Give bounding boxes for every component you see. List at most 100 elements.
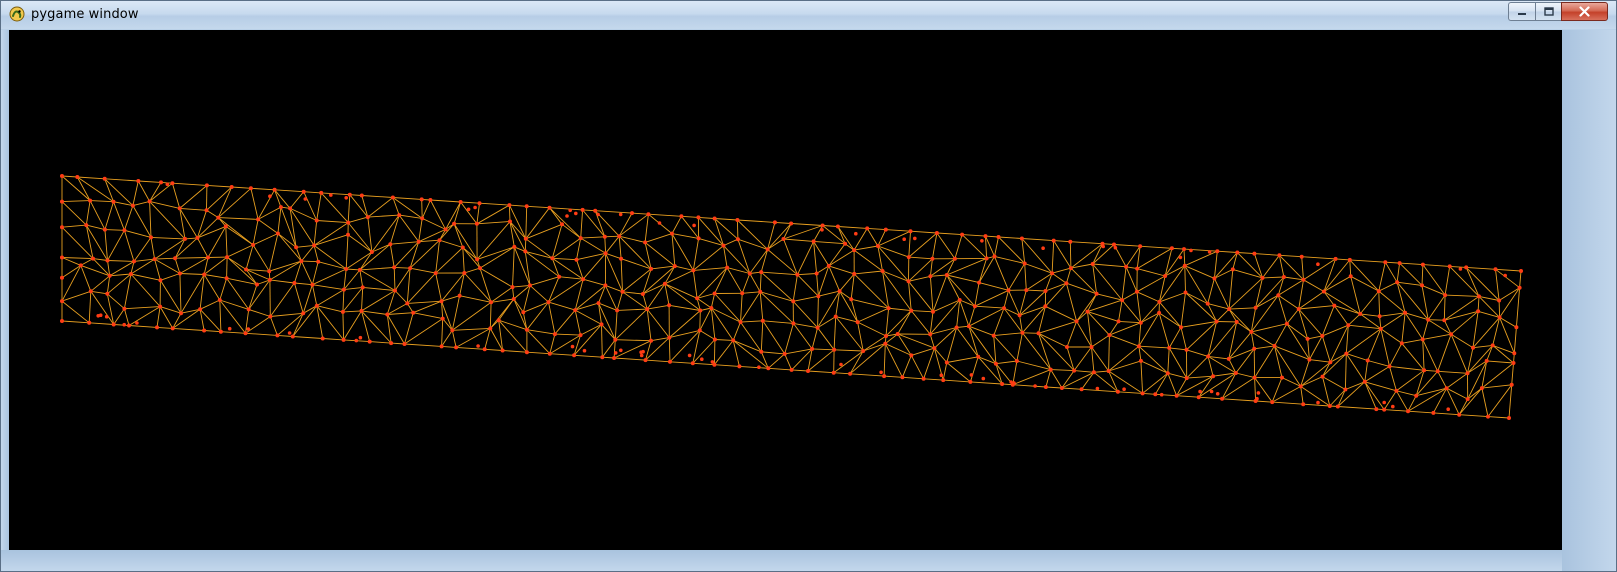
mesh-node bbox=[906, 279, 911, 284]
mesh-edge bbox=[885, 229, 911, 232]
mesh-edge bbox=[1307, 335, 1323, 340]
mesh-edge bbox=[576, 259, 584, 280]
mesh-node bbox=[1382, 407, 1387, 412]
mesh-edge bbox=[1066, 321, 1078, 348]
mesh-node bbox=[320, 336, 325, 341]
mesh-edge bbox=[714, 339, 734, 341]
mesh-node bbox=[512, 244, 517, 249]
mesh-node bbox=[928, 274, 933, 279]
mesh-node bbox=[697, 328, 702, 333]
mesh-edge bbox=[393, 267, 396, 291]
mesh-edge bbox=[1021, 238, 1026, 264]
mesh-edge bbox=[316, 289, 345, 307]
mesh-edge bbox=[460, 201, 478, 225]
mesh-node bbox=[1252, 346, 1257, 351]
mesh-node bbox=[849, 297, 854, 302]
mesh-node bbox=[136, 179, 141, 183]
mesh-node bbox=[223, 224, 228, 229]
mesh-node bbox=[1212, 276, 1217, 281]
mesh-node bbox=[1041, 246, 1045, 250]
mesh-edge bbox=[1415, 371, 1439, 396]
mesh-node bbox=[1503, 273, 1507, 278]
mesh-node bbox=[122, 306, 127, 311]
mesh-node bbox=[865, 226, 870, 231]
mesh-edge bbox=[732, 321, 741, 341]
left-window-frame bbox=[1, 30, 9, 550]
mesh-nodes bbox=[60, 174, 1523, 420]
mesh-edge bbox=[1278, 294, 1299, 310]
mesh-edge bbox=[389, 214, 400, 245]
mesh-node bbox=[155, 325, 159, 330]
mesh-edge bbox=[274, 189, 304, 193]
mesh-edge bbox=[580, 236, 605, 239]
mesh-edge bbox=[442, 318, 453, 331]
mesh-edge bbox=[61, 224, 87, 228]
minimize-button[interactable] bbox=[1508, 2, 1535, 21]
mesh-node bbox=[87, 320, 92, 325]
mesh-node bbox=[939, 373, 944, 378]
mesh-node bbox=[179, 311, 183, 316]
pygame-canvas[interactable] bbox=[9, 30, 1562, 550]
mesh-edge bbox=[226, 277, 258, 285]
mesh-edge bbox=[1169, 347, 1187, 351]
mesh-edge bbox=[248, 284, 258, 310]
mesh-edge bbox=[342, 289, 345, 312]
mesh-edge bbox=[252, 219, 259, 245]
mesh-edge bbox=[123, 205, 134, 231]
mesh-node bbox=[968, 379, 973, 384]
mesh-edge bbox=[723, 238, 739, 247]
mesh-edge bbox=[1424, 369, 1438, 372]
mesh-edge bbox=[1229, 307, 1256, 310]
mesh-node bbox=[1134, 289, 1139, 294]
mesh-node bbox=[1333, 256, 1338, 261]
mesh-node bbox=[596, 212, 600, 217]
mesh-node bbox=[359, 308, 364, 313]
mesh-node bbox=[833, 314, 838, 319]
title-bar[interactable]: pygame window bbox=[1, 1, 1616, 29]
mesh-node bbox=[902, 237, 906, 241]
mesh-node bbox=[630, 211, 634, 216]
mesh-node bbox=[183, 236, 187, 241]
mesh-edge bbox=[1125, 266, 1138, 292]
mesh-edge bbox=[622, 268, 652, 293]
mesh-node bbox=[443, 227, 448, 232]
mesh-edge bbox=[1074, 370, 1094, 373]
mesh-edge bbox=[1511, 362, 1514, 385]
mesh-edge bbox=[451, 295, 461, 331]
mesh-node bbox=[1512, 351, 1517, 356]
close-button[interactable] bbox=[1561, 2, 1608, 21]
mesh-node bbox=[906, 255, 911, 260]
mesh-node bbox=[921, 376, 926, 381]
mesh-edge bbox=[749, 249, 768, 274]
mesh-edge bbox=[974, 289, 1009, 307]
mesh-edge bbox=[225, 226, 228, 258]
mesh-edge bbox=[1519, 270, 1522, 288]
mesh-node bbox=[698, 308, 703, 313]
mesh-edge bbox=[1309, 359, 1331, 363]
mesh-edge bbox=[113, 201, 125, 231]
mesh-edge bbox=[455, 328, 491, 348]
mesh-node bbox=[620, 289, 625, 294]
mesh-edge bbox=[441, 301, 453, 331]
mesh-node bbox=[1431, 410, 1436, 415]
mesh-node bbox=[1464, 265, 1469, 270]
mesh-edge bbox=[1092, 263, 1127, 268]
mesh-edge bbox=[150, 236, 186, 240]
mesh-edge bbox=[1012, 369, 1051, 386]
mesh-edge bbox=[1407, 410, 1434, 414]
mesh-edge bbox=[1421, 285, 1429, 320]
mesh-edge bbox=[1066, 282, 1097, 295]
mesh-edge bbox=[1498, 287, 1520, 301]
mesh-node bbox=[560, 222, 564, 227]
mesh-edge bbox=[1364, 360, 1369, 382]
mesh-edge bbox=[959, 299, 970, 327]
maximize-button[interactable] bbox=[1535, 2, 1561, 21]
mesh-edge bbox=[1221, 377, 1255, 400]
mesh-node bbox=[1509, 382, 1514, 387]
mesh-edge bbox=[796, 241, 815, 275]
mesh-node bbox=[954, 325, 959, 330]
mesh-edge bbox=[1416, 387, 1447, 397]
mesh-edge bbox=[179, 207, 207, 211]
mesh-node bbox=[1343, 387, 1348, 392]
mesh-edge bbox=[124, 229, 152, 238]
